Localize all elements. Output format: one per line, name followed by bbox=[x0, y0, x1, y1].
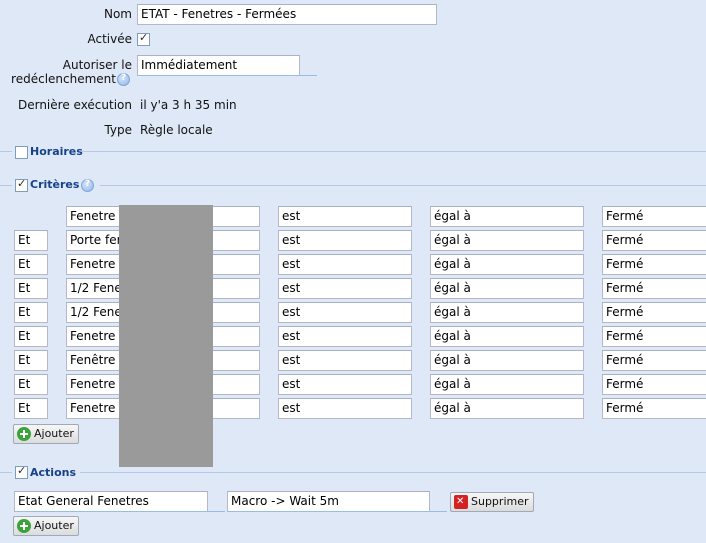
criteria-operator-select[interactable]: est bbox=[278, 278, 412, 299]
actions-legend[interactable]: Actions bbox=[30, 466, 76, 479]
criteria-value-input[interactable]: Fermé bbox=[602, 398, 706, 419]
action-target-input[interactable]: Etat General Fenetres bbox=[14, 491, 208, 512]
active-label: Activée bbox=[87, 32, 132, 46]
criteria-value-input[interactable]: Fermé bbox=[602, 350, 706, 371]
criteria-join-input[interactable]: Et bbox=[14, 350, 48, 371]
add-action-label: Ajouter bbox=[34, 519, 74, 532]
add-criteria-label: Ajouter bbox=[34, 427, 74, 440]
last-exec-value: il y'a 3 h 35 min bbox=[140, 98, 237, 112]
actions-divider bbox=[0, 472, 12, 473]
delete-action-button[interactable]: Supprimer bbox=[450, 492, 534, 512]
criteria-value-input[interactable]: Fermé bbox=[602, 326, 706, 347]
criteres-divider bbox=[0, 185, 12, 186]
criteria-comparator-select[interactable]: égal à bbox=[430, 254, 584, 275]
add-action-button[interactable]: Ajouter bbox=[13, 516, 79, 536]
criteria-value-input[interactable]: Fermé bbox=[602, 302, 706, 323]
criteria-operator-select[interactable]: est bbox=[278, 398, 412, 419]
criteria-operator-select[interactable]: est bbox=[278, 302, 412, 323]
retrigger-underline bbox=[300, 75, 317, 76]
criteria-operator-select[interactable]: est bbox=[278, 374, 412, 395]
criteria-operator-select[interactable]: est bbox=[278, 350, 412, 371]
criteria-join-input[interactable]: Et bbox=[14, 278, 48, 299]
plus-icon bbox=[17, 519, 31, 533]
retrigger-label-line2: redéclenchement bbox=[11, 72, 116, 86]
criteria-operator-select[interactable]: est bbox=[278, 230, 412, 251]
type-label: Type bbox=[104, 123, 132, 137]
action-target-underline bbox=[208, 511, 225, 512]
actions-checkbox[interactable] bbox=[15, 464, 28, 479]
name-input[interactable]: ETAT - Fenetres - Fermées bbox=[137, 4, 437, 25]
criteria-join-input[interactable]: Et bbox=[14, 326, 48, 347]
criteria-operator-select[interactable]: est bbox=[278, 254, 412, 275]
retrigger-label-line1: Autoriser le bbox=[62, 58, 132, 72]
criteria-value-input[interactable]: Fermé bbox=[602, 230, 706, 251]
action-command-input[interactable]: Macro -> Wait 5m bbox=[227, 491, 430, 512]
retrigger-help-icon[interactable] bbox=[117, 73, 130, 86]
actions-divider-right bbox=[80, 472, 706, 473]
criteria-join-input[interactable]: Et bbox=[14, 302, 48, 323]
criteria-comparator-select[interactable]: égal à bbox=[430, 230, 584, 251]
plus-icon bbox=[17, 427, 31, 441]
criteria-comparator-select[interactable]: égal à bbox=[430, 374, 584, 395]
criteres-divider-right bbox=[100, 185, 706, 186]
criteria-operator-select[interactable]: est bbox=[278, 206, 412, 227]
horaires-checkbox[interactable] bbox=[15, 146, 28, 159]
retrigger-input[interactable]: Immédiatement bbox=[137, 55, 300, 76]
criteria-comparator-select[interactable]: égal à bbox=[430, 206, 584, 227]
criteria-comparator-select[interactable]: égal à bbox=[430, 302, 584, 323]
criteres-checkbox[interactable] bbox=[15, 177, 28, 192]
criteria-value-input[interactable]: Fermé bbox=[602, 278, 706, 299]
criteres-help-icon[interactable] bbox=[81, 179, 94, 192]
delete-icon bbox=[454, 493, 468, 511]
criteria-join-input[interactable]: Et bbox=[14, 230, 48, 251]
last-exec-label: Dernière exécution bbox=[17, 98, 132, 112]
criteria-comparator-select[interactable]: égal à bbox=[430, 278, 584, 299]
redaction-block bbox=[119, 205, 213, 467]
horaires-legend[interactable]: Horaires bbox=[30, 145, 83, 158]
criteria-comparator-select[interactable]: égal à bbox=[430, 350, 584, 371]
retrigger-label: Autoriser le redéclenchement bbox=[6, 58, 132, 86]
criteria-value-input[interactable]: Fermé bbox=[602, 254, 706, 275]
name-label: Nom bbox=[103, 7, 132, 21]
delete-action-label: Supprimer bbox=[471, 495, 529, 508]
active-checkbox[interactable] bbox=[137, 31, 150, 46]
criteria-value-input[interactable]: Fermé bbox=[602, 206, 706, 227]
add-criteria-button[interactable]: Ajouter bbox=[13, 424, 79, 444]
horaires-divider bbox=[0, 151, 12, 152]
criteria-join-input[interactable]: Et bbox=[14, 374, 48, 395]
criteria-join-input[interactable]: Et bbox=[14, 398, 48, 419]
criteria-join-input[interactable]: Et bbox=[14, 254, 48, 275]
criteria-comparator-select[interactable]: égal à bbox=[430, 398, 584, 419]
criteria-value-input[interactable]: Fermé bbox=[602, 374, 706, 395]
criteres-legend[interactable]: Critères bbox=[30, 178, 79, 191]
criteria-comparator-select[interactable]: égal à bbox=[430, 326, 584, 347]
action-command-underline bbox=[430, 511, 447, 512]
criteria-operator-select[interactable]: est bbox=[278, 326, 412, 347]
type-value: Règle locale bbox=[140, 123, 213, 137]
horaires-divider-right bbox=[82, 151, 706, 152]
